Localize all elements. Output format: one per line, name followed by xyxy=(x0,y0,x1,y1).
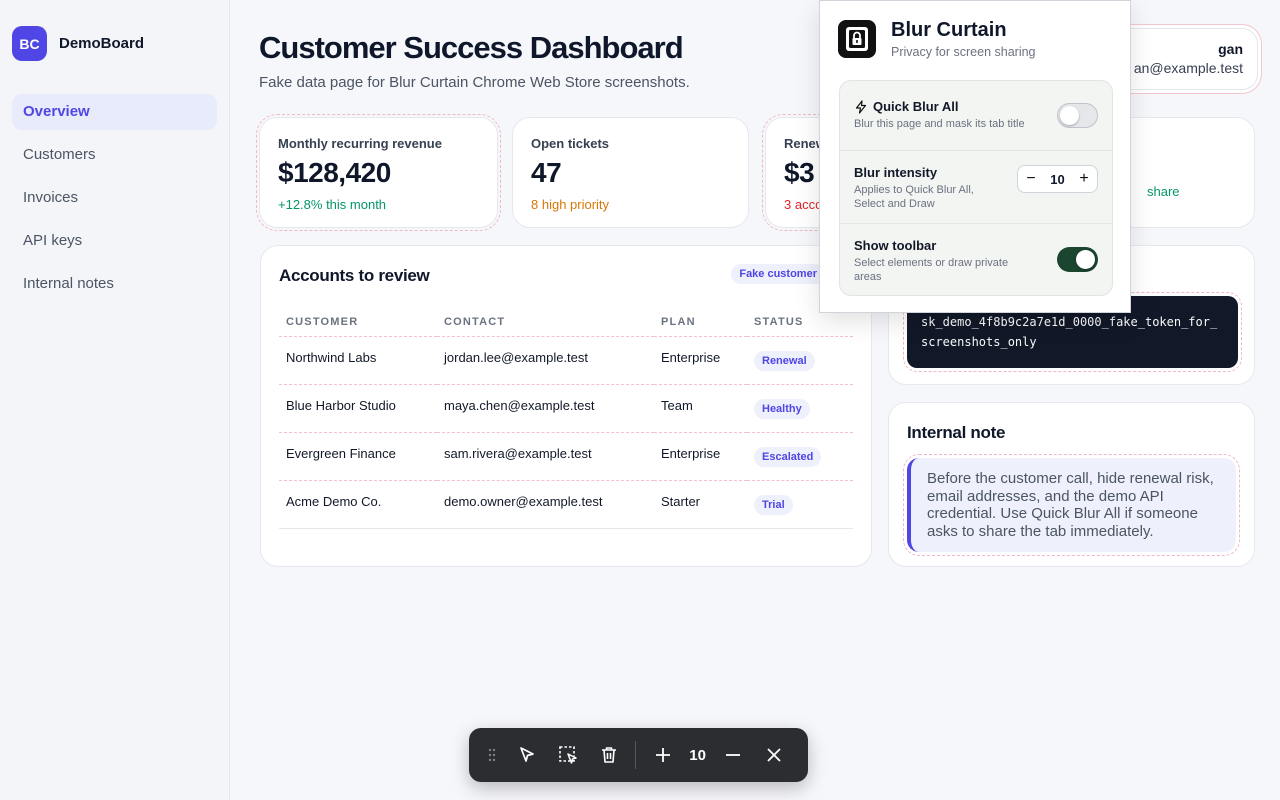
metric-label: Open tickets xyxy=(531,136,610,151)
page-title: Customer Success Dashboard xyxy=(259,30,684,65)
brand-name: DemoBoard xyxy=(59,35,145,52)
customer-cell: Acme Demo Co. xyxy=(279,480,437,529)
toolbar-divider xyxy=(635,741,637,769)
minus-icon[interactable] xyxy=(712,735,753,775)
column-header-contact: CONTACT xyxy=(437,308,654,337)
popup-settings-panel: Quick Blur All Blur this page and mask i… xyxy=(839,80,1113,296)
sidebar: BC DemoBoard Overview Customers Invoices… xyxy=(0,0,230,800)
contact-cell: jordan.lee@example.test xyxy=(437,336,654,385)
metric-card-mrr: Monthly recurring revenue $128,420 +12.8… xyxy=(256,114,501,231)
sidebar-item-api-keys[interactable]: API keys xyxy=(12,223,217,259)
brand-logo: BC xyxy=(12,26,47,61)
table-row[interactable]: Northwind Labs jordan.lee@example.test E… xyxy=(279,336,853,385)
status-cell: Escalated xyxy=(747,432,853,481)
plus-icon[interactable]: + xyxy=(1078,170,1090,188)
metric-note: +12.8% this month xyxy=(278,197,387,212)
blur-curtain-logo-icon xyxy=(838,20,876,58)
close-icon[interactable] xyxy=(753,735,794,775)
metric-note: 8 high priority xyxy=(531,197,610,212)
accounts-table: CUSTOMER CONTACT PLAN STATUS Northwind L… xyxy=(279,308,853,529)
quick-blur-toggle[interactable] xyxy=(1057,103,1098,128)
sidebar-nav: Overview Customers Invoices API keys Int… xyxy=(12,94,217,302)
toolbar-intensity-value: 10 xyxy=(689,746,706,764)
sidebar-item-internal-notes[interactable]: Internal notes xyxy=(12,266,217,302)
lightning-icon xyxy=(855,99,867,114)
plus-icon[interactable] xyxy=(642,735,683,775)
status-badge: Escalated xyxy=(754,447,822,467)
table-row[interactable]: Acme Demo Co. demo.owner@example.test St… xyxy=(279,480,853,529)
show-toolbar-desc: Select elements or draw private areas xyxy=(854,257,1009,283)
table-header-row: CUSTOMER CONTACT PLAN STATUS xyxy=(279,308,853,337)
sidebar-item-overview[interactable]: Overview xyxy=(12,94,217,130)
customer-cell: Northwind Labs xyxy=(279,336,437,385)
status-cell: Renewal xyxy=(747,336,853,385)
popup-header: Blur Curtain Privacy for screen sharing xyxy=(838,19,1112,59)
minus-icon[interactable]: − xyxy=(1025,170,1037,188)
user-name: gan xyxy=(1218,41,1243,57)
blur-intensity-desc: Applies to Quick Blur All, Select and Dr… xyxy=(854,184,974,210)
blur-curtain-popup: Blur Curtain Privacy for screen sharing … xyxy=(819,0,1131,313)
plan-cell: Team xyxy=(654,384,747,433)
blur-intensity-row: Blur intensity Applies to Quick Blur All… xyxy=(840,151,1112,224)
plan-cell: Enterprise xyxy=(654,336,747,385)
accounts-card: Accounts to review Fake customer CUSTOME… xyxy=(260,245,872,567)
metric-value: $128,420 xyxy=(278,157,391,188)
trash-icon[interactable] xyxy=(588,735,629,775)
fake-customer-badge: Fake customer xyxy=(731,264,825,284)
brand[interactable]: BC DemoBoard xyxy=(12,26,217,61)
note-title: Internal note xyxy=(907,423,1006,442)
plan-cell: Starter xyxy=(654,480,747,529)
user-email: an@example.test xyxy=(1133,60,1243,76)
drag-handle-icon[interactable] xyxy=(483,748,501,762)
blur-intensity-value: 10 xyxy=(1050,171,1065,187)
status-cell: Healthy xyxy=(747,384,853,433)
status-badge: Trial xyxy=(754,495,793,515)
draw-area-icon[interactable] xyxy=(547,735,588,775)
contact-cell: demo.owner@example.test xyxy=(437,480,654,529)
popup-title: Blur Curtain xyxy=(891,19,1007,41)
status-cell: Trial xyxy=(747,480,853,529)
metric-value: 47 xyxy=(531,157,562,188)
metric-card-open-tickets: Open tickets 47 8 high priority xyxy=(512,117,749,228)
blur-intensity-stepper: − 10 + xyxy=(1017,165,1098,193)
customer-cell: Evergreen Finance xyxy=(279,432,437,481)
customer-cell: Blue Harbor Studio xyxy=(279,384,437,433)
contact-cell: sam.rivera@example.test xyxy=(437,432,654,481)
contact-cell: maya.chen@example.test xyxy=(437,384,654,433)
page-subtitle: Fake data page for Blur Curtain Chrome W… xyxy=(259,74,690,91)
table-row[interactable]: Blue Harbor Studio maya.chen@example.tes… xyxy=(279,384,853,433)
internal-note-card: Internal note Before the customer call, … xyxy=(888,402,1255,567)
blur-toolbar: 10 xyxy=(469,728,808,782)
show-toolbar-toggle[interactable] xyxy=(1057,247,1098,272)
show-toolbar-row: Show toolbar Select elements or draw pri… xyxy=(840,224,1112,295)
sidebar-item-customers[interactable]: Customers xyxy=(12,137,217,173)
quick-blur-row: Quick Blur All Blur this page and mask i… xyxy=(840,81,1112,151)
plan-cell: Enterprise xyxy=(654,432,747,481)
metric-label: Monthly recurring revenue xyxy=(278,136,442,151)
sidebar-item-invoices[interactable]: Invoices xyxy=(12,180,217,216)
note-body: Before the customer call, hide renewal r… xyxy=(903,454,1240,556)
quick-blur-title: Quick Blur All xyxy=(873,99,959,114)
table-row[interactable]: Evergreen Finance sam.rivera@example.tes… xyxy=(279,432,853,481)
status-badge: Renewal xyxy=(754,351,815,371)
status-badge: Healthy xyxy=(754,399,810,419)
select-pointer-icon[interactable] xyxy=(507,735,548,775)
column-header-customer: CUSTOMER xyxy=(279,308,437,337)
popup-subtitle: Privacy for screen sharing xyxy=(891,45,1036,59)
column-header-plan: PLAN xyxy=(654,308,747,337)
